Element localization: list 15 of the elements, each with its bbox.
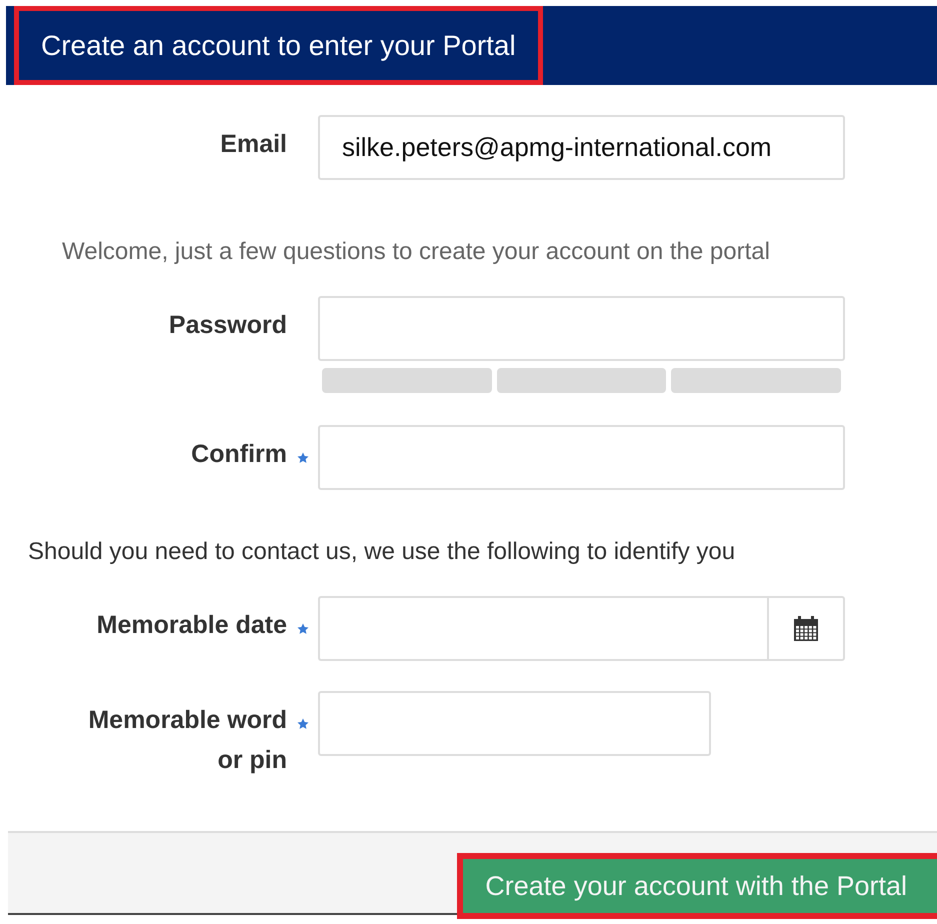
info-text: Should you need to contact us, we use the following to identify you: [27, 538, 736, 566]
field-label: Memorable date: [96, 610, 287, 641]
password-field[interactable]: [318, 296, 845, 361]
page-title: Create an account to enter your Portal: [14, 6, 543, 85]
text-field[interactable]: [318, 691, 711, 756]
calendar-button[interactable]: [767, 596, 845, 661]
calendar-icon: [793, 616, 819, 642]
field-label: Password: [168, 310, 287, 341]
info-text: Welcome, just a few questions to create your account on the portal: [61, 238, 771, 266]
field-label: Confirm: [191, 439, 287, 470]
text-field[interactable]: silke.peters@apmg-international.com: [318, 115, 845, 180]
field-label: Memorable word or pin: [87, 705, 287, 776]
text-field[interactable]: [318, 425, 845, 490]
date-field[interactable]: [318, 596, 767, 661]
field-label: Email: [220, 129, 287, 160]
